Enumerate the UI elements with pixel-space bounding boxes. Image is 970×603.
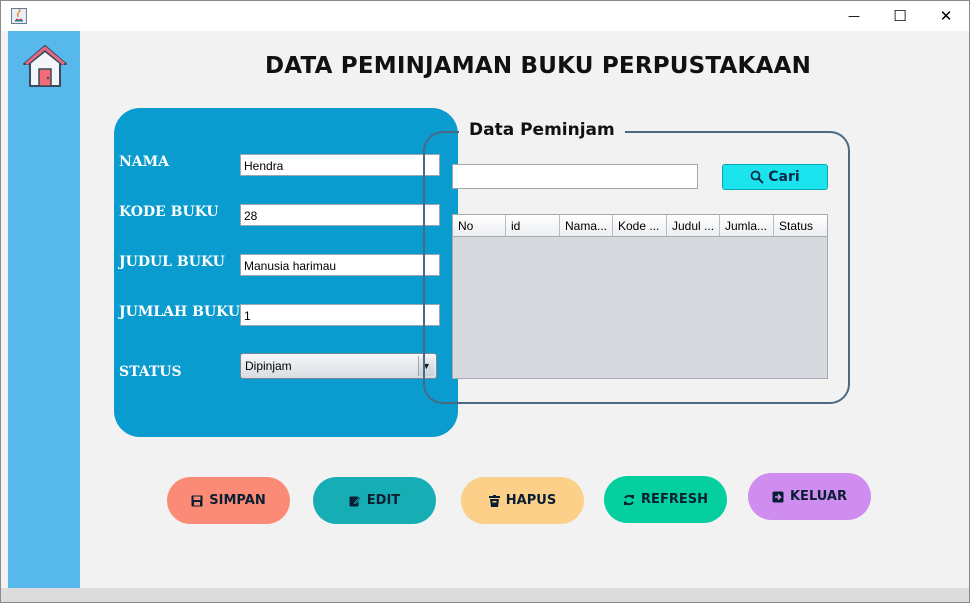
column-header-kode[interactable]: Kode ...	[613, 215, 667, 236]
kode-buku-label: KODE BUKU	[119, 204, 219, 220]
group-title: Data Peminjam	[459, 120, 625, 140]
refresh-button[interactable]: REFRESH	[604, 476, 727, 523]
trash-icon	[488, 494, 500, 507]
kode-buku-input[interactable]: 28	[240, 204, 440, 226]
column-header-no[interactable]: No	[453, 215, 506, 236]
minimize-button[interactable]: —	[831, 1, 877, 31]
refresh-icon	[624, 494, 635, 505]
save-icon	[191, 495, 203, 506]
column-header-nama[interactable]: Nama...	[560, 215, 613, 236]
nama-label: NAMA	[119, 154, 170, 170]
judul-buku-input[interactable]: Manusia harimau	[240, 254, 440, 276]
home-icon[interactable]	[21, 43, 69, 91]
hapus-label: HAPUS	[505, 493, 557, 508]
title-bar: — ☐ ✕	[1, 1, 969, 31]
edit-button[interactable]: EDIT	[313, 477, 436, 524]
java-app-icon	[11, 8, 27, 24]
simpan-button[interactable]: SIMPAN	[167, 477, 290, 524]
status-label: STATUS	[119, 364, 182, 380]
status-select[interactable]: Dipinjam ▼	[240, 353, 437, 379]
jumlah-buku-label: JUMLAH BUKU	[119, 304, 241, 320]
column-header-status[interactable]: Status	[774, 215, 827, 236]
keluar-label: KELUAR	[789, 489, 847, 504]
bottom-border	[1, 588, 969, 602]
search-button[interactable]: Cari	[722, 164, 828, 190]
column-header-id[interactable]: id	[506, 215, 560, 236]
hapus-button[interactable]: HAPUS	[461, 477, 584, 524]
jumlah-buku-input[interactable]: 1	[240, 304, 440, 326]
refresh-label: REFRESH	[641, 492, 708, 507]
edit-label: EDIT	[366, 493, 401, 508]
maximize-button[interactable]: ☐	[877, 1, 923, 31]
search-icon	[750, 170, 764, 184]
close-button[interactable]: ✕	[923, 1, 969, 31]
borrower-table[interactable]: No id Nama... Kode ... Judul ... Jumla..…	[452, 214, 828, 379]
app-window: — ☐ ✕ DATA PEMINJAMAN BUKU PERPUSTAKAAN …	[0, 0, 970, 603]
keluar-button[interactable]: KELUAR	[748, 473, 871, 520]
sidebar	[8, 31, 80, 588]
table-header: No id Nama... Kode ... Judul ... Jumla..…	[453, 215, 827, 237]
search-button-label: Cari	[768, 169, 800, 185]
judul-buku-label: JUDUL BUKU	[119, 254, 225, 270]
exit-icon	[772, 491, 784, 502]
column-header-judul[interactable]: Judul ...	[667, 215, 720, 236]
edit-icon	[349, 495, 361, 506]
nama-input[interactable]: Hendra	[240, 154, 440, 176]
loan-form-panel: NAMA Hendra KODE BUKU 28 JUDUL BUKU Manu…	[114, 108, 458, 437]
status-selected-value: Dipinjam	[245, 359, 292, 373]
search-input[interactable]	[452, 164, 698, 189]
simpan-label: SIMPAN	[209, 493, 266, 508]
page-title: DATA PEMINJAMAN BUKU PERPUSTAKAAN	[264, 53, 812, 79]
column-header-jumlah[interactable]: Jumla...	[720, 215, 774, 236]
